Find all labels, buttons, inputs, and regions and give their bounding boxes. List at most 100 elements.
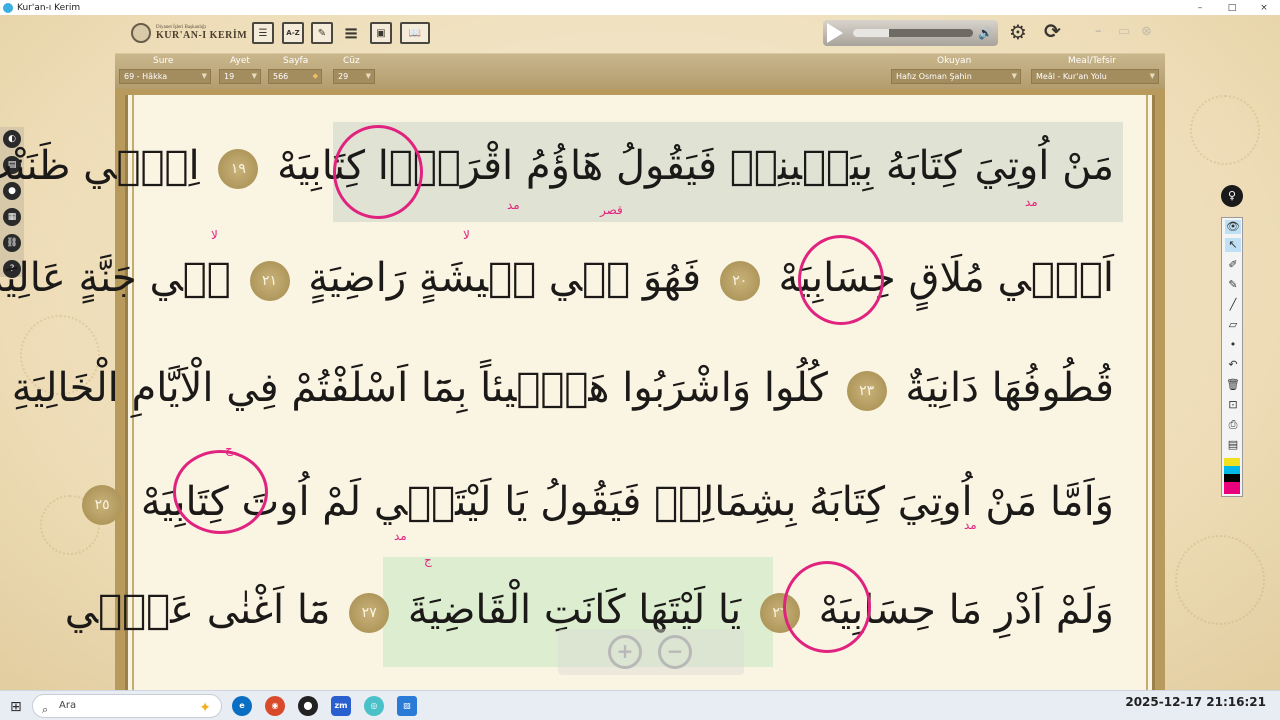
minimize-button[interactable]: – xyxy=(1184,3,1216,13)
color-swatch-black[interactable] xyxy=(1224,474,1240,482)
ayah-text[interactable]: قُطُوفُهَا دَانِيَةٌ xyxy=(905,365,1114,411)
zoom-in-button[interactable]: + xyxy=(608,635,642,669)
quran-line-1[interactable]: مَنْ اُوتِيَ كِتَابَهُ بِيَم۪ينِه۪ فَيَق… xyxy=(0,143,1114,189)
la-mark: لا xyxy=(463,228,470,242)
ayet-label: Ayet xyxy=(230,56,250,66)
audio-progress-fill xyxy=(853,29,889,37)
system-clock[interactable]: 2025-12-17 21:16:21 xyxy=(1125,695,1266,709)
frame-view-icon[interactable]: ▣ xyxy=(370,22,392,44)
eye-icon[interactable]: 👁 xyxy=(1225,220,1241,234)
meal-value: Meâl - Kur'an Yolu xyxy=(1036,72,1107,81)
quran-app-icon[interactable]: ◎ xyxy=(364,696,384,716)
madd-mark: مد xyxy=(1025,195,1038,209)
madd-mark: مد xyxy=(964,518,977,532)
sure-select[interactable]: 69 - Hâkka ▼ xyxy=(119,69,211,84)
undo-icon[interactable]: ↶ xyxy=(1225,358,1241,372)
ayah-marker-21[interactable]: ٢١ xyxy=(249,261,290,301)
app-area: Diyanet İşleri Başkanlığı KUR'AN-I KERİM… xyxy=(0,15,1280,690)
audio-player[interactable]: 🔊 xyxy=(823,20,998,46)
ayah-marker-19[interactable]: ١٩ xyxy=(218,149,259,189)
close-button[interactable]: × xyxy=(1248,3,1280,13)
window-title: Kur'an-ı Kerim xyxy=(17,2,81,13)
cuz-select[interactable]: 29 ▼ xyxy=(333,69,375,84)
chevron-down-icon: ▼ xyxy=(201,72,207,80)
ayah-text[interactable]: كُلُوا وَاشْرَبُوا هَن۪ٓيئاً بِمَٓا اَسْ… xyxy=(12,365,828,411)
capture-icon[interactable]: ⎙ xyxy=(1225,418,1241,432)
audio-progress-track[interactable] xyxy=(853,29,973,37)
edge-icon[interactable]: e xyxy=(232,696,252,716)
line-icon[interactable]: ╱ xyxy=(1225,298,1241,312)
search-icon: ⌕ xyxy=(42,703,49,716)
ayah-text[interactable]: يَا لَيْتَهَا كَانَتِ الْقَاضِيَةَ xyxy=(408,587,741,633)
zoom-out-button[interactable]: − xyxy=(658,635,692,669)
pen-icon[interactable]: ✎ xyxy=(1225,278,1241,292)
ayah-text[interactable]: مَٓا اَغْنٰى عَنّ۪ي xyxy=(65,587,331,633)
ayah-marker-20[interactable]: ٢٠ xyxy=(719,261,760,301)
palette-pin-icon[interactable]: ♀ xyxy=(1221,185,1243,207)
chrome-icon[interactable]: ◉ xyxy=(265,696,285,716)
menu-list-icon[interactable]: ≡ xyxy=(340,22,362,44)
dock-library-icon[interactable]: ▦ xyxy=(3,208,21,226)
maps-icon[interactable]: ⬤ xyxy=(298,696,318,716)
zoom-app-icon[interactable]: zm xyxy=(331,696,351,716)
ayah-marker-23[interactable]: ٢٣ xyxy=(846,371,887,411)
maximize-button[interactable]: □ xyxy=(1216,3,1248,13)
repeat-icon[interactable]: ⟳ xyxy=(1044,21,1061,41)
color-swatch-magenta[interactable] xyxy=(1224,482,1240,494)
document-icon[interactable]: ▤ xyxy=(1225,438,1241,452)
window-titlebar: Kur'an-ı Kerim – □ × xyxy=(0,0,1280,15)
page-border-right xyxy=(1146,95,1148,690)
annotation-circle xyxy=(173,450,268,534)
ayah-text[interactable]: ف۪ي جَنَّةٍ عَالِيَةٍ xyxy=(0,255,231,301)
sure-label: Sure xyxy=(153,56,174,66)
ayet-select[interactable]: 19 ▼ xyxy=(219,69,261,84)
pointer-icon[interactable]: ↖ xyxy=(1225,238,1241,252)
open-book-icon[interactable]: 📖 xyxy=(400,22,430,44)
okuyan-select[interactable]: Hafız Osman Şahin ▼ xyxy=(891,69,1021,84)
dot-icon[interactable]: • xyxy=(1225,338,1241,352)
chevron-down-icon: ▼ xyxy=(251,72,257,80)
dock-link-icon[interactable]: ⛓ xyxy=(3,234,21,252)
edit-note-icon[interactable]: ✎ xyxy=(311,22,333,44)
ayah-text[interactable]: فَهُوَ ف۪ي ع۪يشَةٍ رَاضِيَةٍ xyxy=(308,255,701,301)
sayfa-stepper[interactable]: 566 ◆ xyxy=(268,69,322,84)
list-view-icon[interactable]: ☰ xyxy=(252,22,274,44)
trash-icon[interactable]: 🗑 xyxy=(1225,378,1241,392)
search-placeholder: Ara xyxy=(59,700,77,711)
screen-icon[interactable]: ⊡ xyxy=(1225,398,1241,412)
okuyan-value: Hafız Osman Şahin xyxy=(896,72,972,81)
ayet-value: 19 xyxy=(224,72,235,81)
copilot-sparkle-icon[interactable]: ✦ xyxy=(199,697,211,719)
ayah-text[interactable]: اِنّ۪ي ظَنَنْتُ xyxy=(0,143,200,189)
eraser-icon[interactable]: ▱ xyxy=(1225,318,1241,332)
selector-bar: Sure 69 - Hâkka ▼ Ayet 19 ▼ Sayfa 566 ◆ Cüz… xyxy=(115,53,1165,89)
annotation-circle xyxy=(783,561,871,653)
ayah-marker-27[interactable]: ٢٧ xyxy=(349,593,390,633)
screen-tool-icon[interactable]: ▨ xyxy=(397,696,417,716)
logo-title: KUR'AN-I KERİM xyxy=(156,30,248,41)
quran-line-5[interactable]: وَلَمْ اَدْرِ مَا حِسَابِيَهْ ٢٦ يَا لَي… xyxy=(65,587,1114,633)
top-toolbar: Diyanet İşleri Başkanlığı KUR'AN-I KERİM… xyxy=(115,15,1165,53)
index-az-icon[interactable]: A-Z xyxy=(282,22,304,44)
stepper-arrows-icon[interactable]: ◆ xyxy=(313,70,318,83)
search-input[interactable]: ⌕ Ara ✦ xyxy=(32,694,222,718)
quran-line-3[interactable]: قُطُوفُهَا دَانِيَةٌ ٢٣ كُلُوا وَاشْرَبُ… xyxy=(0,365,1114,411)
quran-line-2[interactable]: اَنّ۪ي مُلَاقٍ حِسَابِيَهْ ٢٠ فَهُوَ ف۪ي… xyxy=(0,255,1114,301)
app-minimize-icon[interactable]: – xyxy=(1095,24,1102,39)
app-close-icon[interactable]: ⊗ xyxy=(1141,24,1152,39)
diyanet-emblem-icon xyxy=(131,23,151,43)
pen-off-icon[interactable]: ✐ xyxy=(1225,258,1241,272)
volume-icon[interactable]: 🔊 xyxy=(978,26,993,40)
color-swatch-cyan[interactable] xyxy=(1224,466,1240,474)
floral-ornament xyxy=(1190,95,1260,165)
app-restore-icon[interactable]: ▭ xyxy=(1118,24,1130,39)
color-swatch-yellow[interactable] xyxy=(1224,458,1240,466)
windows-start-icon[interactable]: ⊞ xyxy=(10,699,22,715)
jim-mark: ج xyxy=(424,553,432,567)
drawing-palette: ♀ 👁 ↖ ✐ ✎ ╱ ▱ • ↶ 🗑 ⊡ ⎙ ▤ xyxy=(1219,185,1245,497)
gear-icon[interactable]: ⚙ xyxy=(1009,22,1027,42)
chevron-down-icon: ▼ xyxy=(365,72,371,80)
play-icon[interactable] xyxy=(827,23,843,43)
meal-select[interactable]: Meâl - Kur'an Yolu ▼ xyxy=(1031,69,1159,84)
ayah-marker-25[interactable]: ٢٥ xyxy=(82,485,123,525)
